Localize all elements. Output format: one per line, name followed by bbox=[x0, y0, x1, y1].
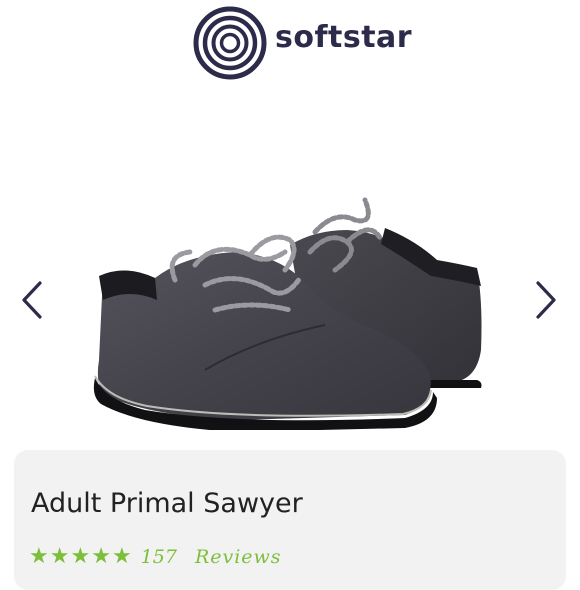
brand-name[interactable]: softstar bbox=[275, 20, 412, 55]
star-icon: ★ bbox=[70, 544, 91, 569]
carousel-prev-button[interactable] bbox=[14, 270, 50, 330]
rating-row: ★ ★ ★ ★ ★ 157 Reviews bbox=[29, 542, 282, 572]
product-image bbox=[93, 197, 482, 430]
star-icon: ★ bbox=[111, 544, 132, 569]
product-info-card: Adult Primal Sawyer ★ ★ ★ ★ ★ 157 Review… bbox=[14, 450, 566, 590]
header: softstar bbox=[0, 0, 580, 84]
product-title: Adult Primal Sawyer bbox=[31, 488, 303, 519]
star-icon: ★ bbox=[91, 544, 111, 569]
star-icon: ★ bbox=[49, 544, 70, 569]
chevron-right-icon bbox=[536, 281, 556, 319]
product-image-carousel bbox=[0, 100, 580, 440]
reviews-link[interactable]: Reviews bbox=[195, 546, 282, 568]
brand-logo-icon[interactable] bbox=[193, 6, 267, 80]
star-icon: ★ bbox=[29, 544, 49, 569]
chevron-left-icon bbox=[22, 281, 42, 319]
carousel-next-button[interactable] bbox=[528, 270, 564, 330]
review-count[interactable]: 157 bbox=[141, 546, 177, 568]
star-rating: ★ ★ ★ ★ ★ bbox=[29, 546, 133, 568]
